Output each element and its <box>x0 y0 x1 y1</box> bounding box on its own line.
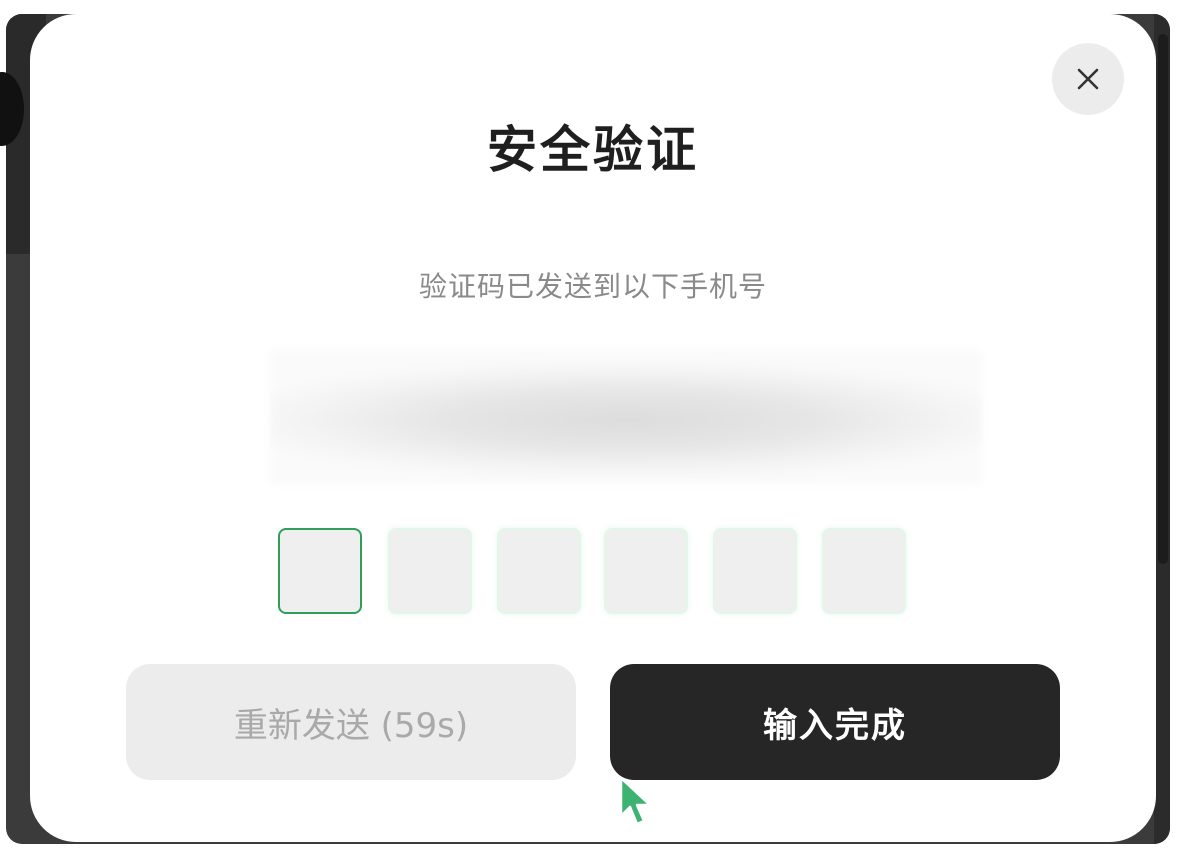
scrollbar-thumb[interactable] <box>1158 34 1168 564</box>
code-digit-3[interactable] <box>497 528 581 614</box>
code-digit-2[interactable] <box>388 528 472 614</box>
phone-number-blurred <box>270 350 982 484</box>
code-digit-1[interactable] <box>278 528 362 614</box>
scrollbar-track[interactable] <box>1154 14 1170 844</box>
code-digit-6[interactable] <box>822 528 906 614</box>
resend-code-button[interactable]: 重新发送 (59s) <box>126 664 576 780</box>
security-verification-dialog: 安全验证 验证码已发送到以下手机号 重新发送 (59s) 输入完成 <box>30 14 1156 842</box>
dialog-title: 安全验证 <box>487 121 699 179</box>
confirm-input-button[interactable]: 输入完成 <box>610 664 1060 780</box>
close-button[interactable] <box>1052 43 1124 115</box>
code-digit-4[interactable] <box>604 528 688 614</box>
verification-code-input[interactable] <box>278 528 910 618</box>
mouse-cursor-icon <box>619 776 652 826</box>
dialog-subtitle: 验证码已发送到以下手机号 <box>418 270 767 303</box>
close-icon <box>1077 68 1099 90</box>
code-digit-5[interactable] <box>713 528 797 614</box>
